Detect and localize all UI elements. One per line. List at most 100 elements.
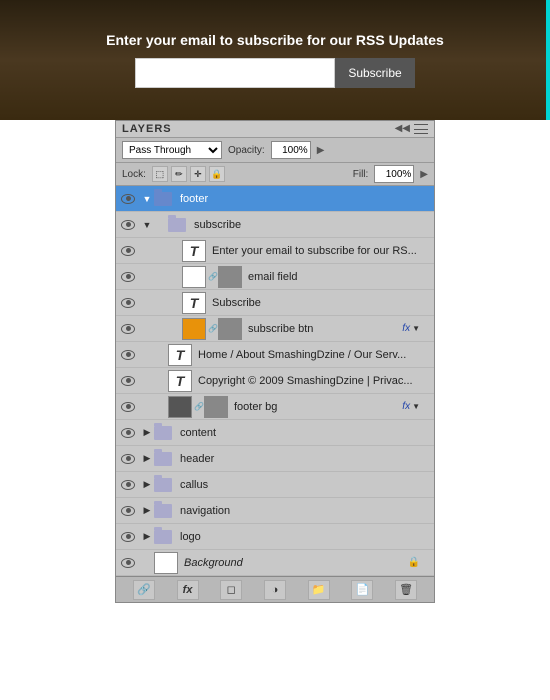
layer-row-footer[interactable]: ▼ footer bbox=[116, 186, 434, 212]
layer-name-footer: footer bbox=[180, 193, 420, 205]
eye-glyph-footer bbox=[121, 194, 135, 204]
layer-name-subscribe: subscribe bbox=[194, 219, 420, 231]
eye-icon-content[interactable] bbox=[116, 420, 140, 446]
eye-icon-footer[interactable] bbox=[116, 186, 140, 212]
layer-row-callus[interactable]: ▶callus bbox=[116, 472, 434, 498]
layer-row-subscribe-btn[interactable]: 🔗subscribe btnfx▼ bbox=[116, 316, 434, 342]
thumb2-subscribe-btn bbox=[218, 318, 242, 340]
opacity-arrow[interactable]: ▶ bbox=[317, 145, 325, 156]
fx-badge-footer-bg: fx bbox=[402, 401, 410, 412]
fill-input[interactable] bbox=[374, 165, 414, 183]
lock-position-btn[interactable]: ✛ bbox=[190, 166, 206, 182]
eye-icon-subscribe[interactable] bbox=[116, 212, 140, 238]
layer-row-enter-email-text[interactable]: TEnter your email to subscribe for our R… bbox=[116, 238, 434, 264]
layers-list: ▼ footer ▼ subscribe TEnter your email to su… bbox=[116, 186, 434, 576]
folder-icon-content bbox=[154, 426, 172, 440]
lock-transparent-btn[interactable]: ⬚ bbox=[152, 166, 168, 182]
eye-icon-header[interactable] bbox=[116, 446, 140, 472]
eye-glyph-navigation bbox=[121, 506, 135, 516]
layer-name-subscribe-btn: subscribe btn bbox=[248, 323, 398, 335]
banner-subscribe-button[interactable]: Subscribe bbox=[335, 58, 415, 88]
layer-row-navigation[interactable]: ▶ navigation bbox=[116, 498, 434, 524]
opacity-label: Opacity: bbox=[228, 145, 265, 156]
text-thumb-copyright: T bbox=[168, 370, 192, 392]
eye-icon-subscribe-text[interactable] bbox=[116, 290, 140, 316]
chain-icon-email-field: 🔗 bbox=[208, 266, 218, 288]
eye-icon-home-links[interactable] bbox=[116, 342, 140, 368]
eye-icon-subscribe-btn[interactable] bbox=[116, 316, 140, 342]
expand-arrow-header[interactable]: ▶ bbox=[144, 453, 151, 464]
layer-row-email-field[interactable]: 🔗email field bbox=[116, 264, 434, 290]
banner-email-input[interactable] bbox=[135, 58, 335, 88]
layer-row-subscribe-text[interactable]: TSubscribe bbox=[116, 290, 434, 316]
eye-icon-background[interactable] bbox=[116, 550, 140, 576]
fill-arrow[interactable]: ▶ bbox=[420, 169, 428, 180]
add-mask-button[interactable]: ◻ bbox=[220, 580, 242, 600]
eye-icon-logo[interactable] bbox=[116, 524, 140, 550]
eye-glyph-footer-bg bbox=[121, 402, 135, 412]
thumb1-footer-bg bbox=[168, 396, 192, 418]
eye-icon-enter-email-text[interactable] bbox=[116, 238, 140, 264]
eye-icon-copyright[interactable] bbox=[116, 368, 140, 394]
layer-name-copyright: Copyright © 2009 SmashingDzine | Privac.… bbox=[198, 375, 420, 387]
folder-icon-subscribe bbox=[168, 218, 186, 232]
text-thumb-enter-email-text: T bbox=[182, 240, 206, 262]
eye-glyph-copyright bbox=[121, 376, 135, 386]
layer-row-home-links[interactable]: THome / About SmashingDzine / Our Serv..… bbox=[116, 342, 434, 368]
expand-arrow-callus[interactable]: ▶ bbox=[144, 479, 151, 490]
layer-row-logo[interactable]: ▶logo bbox=[116, 524, 434, 550]
lock-all-btn[interactable]: 🔒 bbox=[209, 166, 225, 182]
expand-arrow-content[interactable]: ▶ bbox=[144, 427, 151, 438]
expand-arrow-logo[interactable]: ▶ bbox=[144, 531, 151, 542]
eye-icon-email-field[interactable] bbox=[116, 264, 140, 290]
lock-badge-background: 🔒 bbox=[408, 557, 420, 568]
new-layer-button[interactable]: 📄 bbox=[351, 580, 373, 600]
eye-glyph-enter-email-text bbox=[121, 246, 135, 256]
eye-glyph-background bbox=[121, 558, 135, 568]
layer-row-copyright[interactable]: T Copyright © 2009 SmashingDzine | Privac… bbox=[116, 368, 434, 394]
top-banner: Enter your email to subscribe for our RS… bbox=[0, 0, 550, 120]
thumb-background bbox=[154, 552, 178, 574]
eye-icon-callus[interactable] bbox=[116, 472, 140, 498]
eye-glyph-subscribe-btn bbox=[121, 324, 135, 334]
layer-name-header: header bbox=[180, 453, 420, 465]
layer-name-footer-bg: footer bg bbox=[234, 401, 398, 413]
opacity-input[interactable]: 100% bbox=[271, 141, 311, 159]
folder-icon-callus bbox=[154, 478, 172, 492]
eye-icon-footer-bg[interactable] bbox=[116, 394, 140, 420]
lock-label: Lock: bbox=[122, 169, 146, 180]
fx-badge-subscribe-btn: fx bbox=[402, 323, 410, 334]
eye-glyph-email-field bbox=[121, 272, 135, 282]
expand-arrow-navigation[interactable]: ▶ bbox=[144, 505, 151, 516]
blend-mode-select[interactable]: Pass Through bbox=[122, 141, 222, 159]
layer-row-subscribe[interactable]: ▼ subscribe bbox=[116, 212, 434, 238]
layer-row-content[interactable]: ▶ content bbox=[116, 420, 434, 446]
folder-icon-navigation bbox=[154, 504, 172, 518]
link-layers-button[interactable]: 🔗 bbox=[133, 580, 155, 600]
layer-row-header[interactable]: ▶ header bbox=[116, 446, 434, 472]
layer-row-footer-bg[interactable]: 🔗footer bgfx▼ bbox=[116, 394, 434, 420]
folder-icon-footer bbox=[154, 192, 172, 206]
lock-pixels-btn[interactable]: ✏ bbox=[171, 166, 187, 182]
folder-icon-header bbox=[154, 452, 172, 466]
layer-name-background: Background bbox=[184, 557, 404, 569]
thumb2-footer-bg bbox=[204, 396, 228, 418]
expand-arrow-footer[interactable]: ▼ bbox=[143, 194, 152, 204]
layer-name-home-links: Home / About SmashingDzine / Our Serv... bbox=[198, 349, 420, 361]
fx-button[interactable]: fx bbox=[177, 580, 199, 600]
delete-layer-button[interactable]: 🗑 bbox=[395, 580, 417, 600]
bottom-toolbar: 🔗 fx ◻ ◑ 📁 📄 🗑 bbox=[116, 576, 434, 602]
panel-collapse-icon[interactable]: ◀◀ bbox=[395, 124, 410, 134]
layer-row-background[interactable]: Background 🔒 bbox=[116, 550, 434, 576]
layers-panel: LAYERS ◀◀ Pass Through Opacity: 100% ▶ L… bbox=[115, 120, 435, 603]
adjustment-button[interactable]: ◑ bbox=[264, 580, 286, 600]
panel-menu-icon[interactable] bbox=[414, 124, 428, 134]
eye-icon-navigation[interactable] bbox=[116, 498, 140, 524]
layer-name-navigation: navigation bbox=[180, 505, 420, 517]
fx-arrow-footer-bg[interactable]: ▼ bbox=[412, 402, 420, 411]
fx-arrow-subscribe-btn[interactable]: ▼ bbox=[412, 324, 420, 333]
expand-arrow-subscribe[interactable]: ▼ bbox=[143, 220, 152, 230]
layer-name-content: content bbox=[180, 427, 420, 439]
new-group-button[interactable]: 📁 bbox=[308, 580, 330, 600]
lock-row: Lock: ⬚ ✏ ✛ 🔒 Fill: ▶ bbox=[116, 163, 434, 186]
